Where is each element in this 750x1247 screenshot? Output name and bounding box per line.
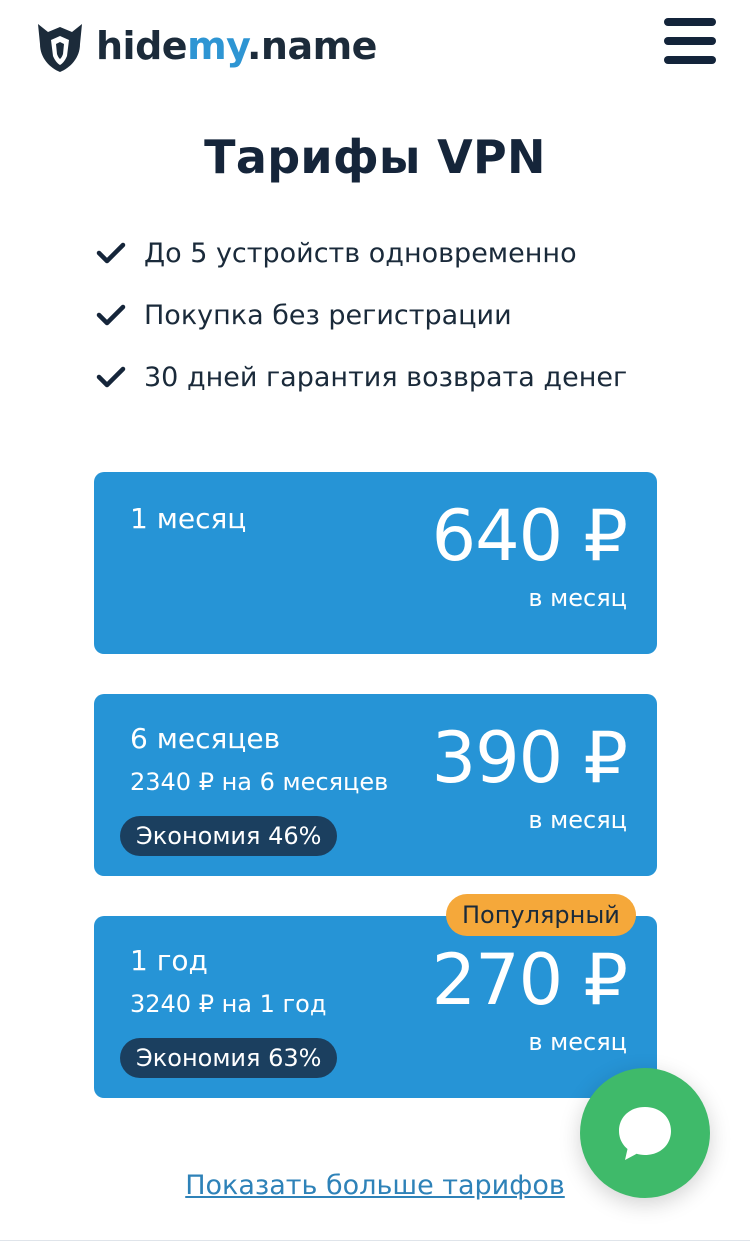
checkmark-icon <box>96 304 126 326</box>
plan-price: 270 ₽ <box>431 939 628 1021</box>
chat-button[interactable] <box>580 1068 710 1198</box>
feature-text: Покупка без регистрации <box>144 299 512 331</box>
plan-price-period: в месяц <box>528 584 627 612</box>
feature-text: До 5 устройств одновременно <box>144 237 577 269</box>
plan-card-1-year[interactable]: 1 год 3240 ₽ на 1 год Экономия 63% 270 ₽… <box>94 916 657 1098</box>
plan-total: 3240 ₽ на 1 год <box>130 990 327 1018</box>
plan-price: 640 ₽ <box>431 495 628 577</box>
menu-bar <box>664 37 716 45</box>
checkmark-icon <box>96 242 126 264</box>
divider <box>0 1240 750 1241</box>
plan-price: 390 ₽ <box>431 717 628 799</box>
feature-item: До 5 устройств одновременно <box>96 222 627 284</box>
header: hidemy.name <box>0 0 750 100</box>
menu-bar <box>664 56 716 64</box>
plan-name: 1 месяц <box>130 502 247 535</box>
plan-card-6-months[interactable]: 6 месяцев 2340 ₽ на 6 месяцев Экономия 4… <box>94 694 657 876</box>
chat-bubble-icon <box>619 1107 671 1160</box>
plan-price-period: в месяц <box>528 1028 627 1056</box>
page-title: Тарифы VPN <box>204 130 546 184</box>
plan-price-period: в месяц <box>528 806 627 834</box>
feature-list: До 5 устройств одновременно Покупка без … <box>96 222 627 408</box>
popular-badge: Популярный <box>446 894 636 936</box>
feature-item: 30 дней гарантия возврата денег <box>96 346 627 408</box>
savings-badge: Экономия 63% <box>120 1038 338 1078</box>
fox-shield-icon <box>38 24 82 72</box>
hamburger-menu-icon[interactable] <box>664 18 716 64</box>
logo-text-part1: hide <box>96 24 188 68</box>
plan-card-1-month[interactable]: 1 месяц 640 ₽ в месяц <box>94 472 657 654</box>
feature-item: Покупка без регистрации <box>96 284 627 346</box>
plan-name: 6 месяцев <box>130 722 281 755</box>
logo-text: hidemy.name <box>96 24 377 68</box>
plan-name: 1 год <box>130 944 208 977</box>
feature-text: 30 дней гарантия возврата денег <box>144 361 628 393</box>
logo[interactable]: hidemy.name <box>34 16 377 76</box>
logo-text-part2: .name <box>246 24 378 68</box>
menu-bar <box>664 18 716 26</box>
savings-badge: Экономия 46% <box>120 816 338 856</box>
page: hidemy.name Тарифы VPN До 5 устройств од… <box>0 0 750 1247</box>
checkmark-icon <box>96 366 126 388</box>
plan-total: 2340 ₽ на 6 месяцев <box>130 768 389 796</box>
logo-text-accent: my <box>187 24 247 68</box>
